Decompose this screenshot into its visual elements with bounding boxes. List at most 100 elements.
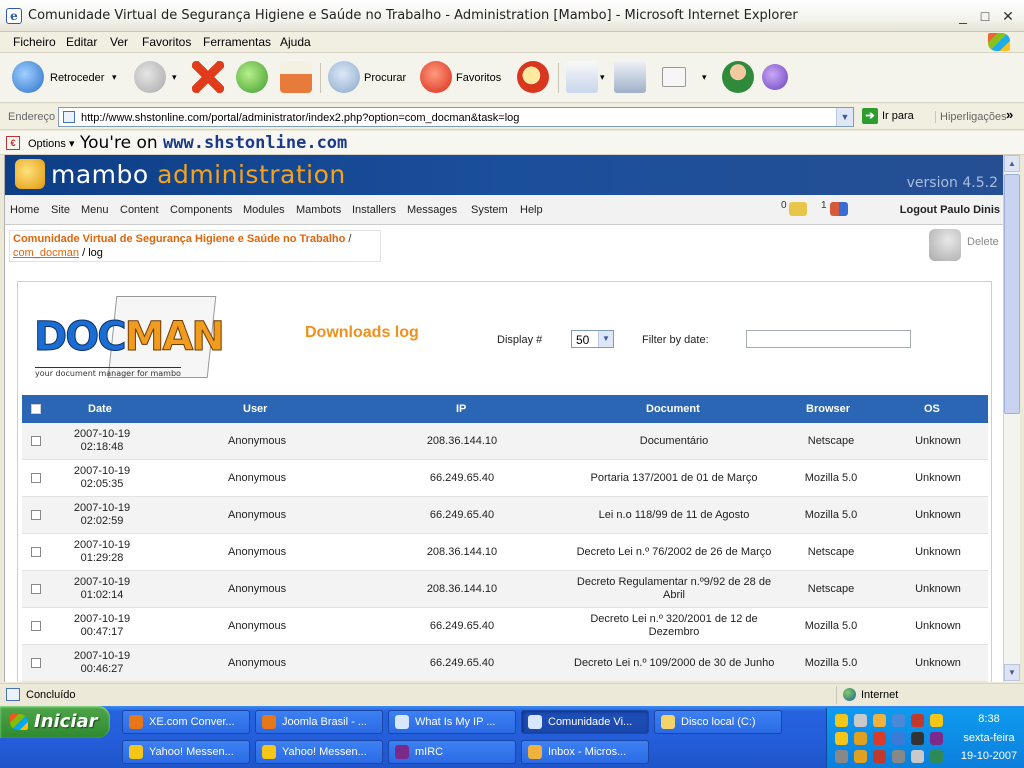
tray-app-icon[interactable]: [930, 714, 943, 727]
logout-link[interactable]: Logout Paulo Dinis: [900, 204, 1000, 216]
filter-date-input[interactable]: [746, 330, 911, 348]
address-dropdown-icon[interactable]: ▼: [836, 108, 853, 126]
table-row[interactable]: 2007-10-19 00:47:17 Anonymous 66.249.65.40 D…: [22, 608, 988, 645]
tray-app-icon[interactable]: [892, 714, 905, 727]
column-user[interactable]: User: [243, 403, 267, 415]
cell-document[interactable]: Decreto Lei n.º 320/2001 de 12 de Dezembr…: [574, 613, 774, 639]
nav-mambots[interactable]: Mambots: [296, 204, 341, 216]
users-online-icon[interactable]: [830, 202, 848, 216]
table-row[interactable]: 2007-10-19 02:02:59 Anonymous 66.249.65.40 L…: [22, 497, 988, 534]
row-checkbox[interactable]: [31, 584, 41, 594]
menu-editar[interactable]: Editar: [66, 35, 97, 49]
tray-app-icon[interactable]: [873, 750, 886, 763]
options-menu[interactable]: Options ▾: [28, 137, 75, 150]
clock-time[interactable]: 8:38: [957, 713, 1021, 725]
favorites-heart-icon[interactable]: [420, 61, 452, 93]
start-button[interactable]: Iniciar: [0, 706, 110, 738]
cell-document[interactable]: Decreto Regulamentar n.º9/92 de 28 de Abr…: [574, 576, 774, 602]
nav-installers[interactable]: Installers: [352, 204, 396, 216]
taskbar-button[interactable]: Joomla Brasil - ...: [255, 710, 383, 734]
window-title-bar[interactable]: e Comunidade Virtual de Segurança Higien…: [0, 0, 1024, 32]
menu-ficheiro[interactable]: Ficheiro: [13, 35, 56, 49]
tray-app-icon[interactable]: [835, 732, 848, 745]
taskbar-button[interactable]: Inbox - Micros...: [521, 740, 649, 764]
nav-system[interactable]: System: [471, 204, 508, 216]
refresh-icon[interactable]: [236, 61, 268, 93]
column-browser[interactable]: Browser: [806, 403, 850, 415]
nav-modules[interactable]: Modules: [243, 204, 285, 216]
tray-app-icon[interactable]: [911, 714, 924, 727]
row-checkbox[interactable]: [31, 473, 41, 483]
scroll-up-icon[interactable]: ▲: [1004, 155, 1020, 172]
tray-app-icon[interactable]: [835, 714, 848, 727]
history-clock-icon[interactable]: [517, 61, 549, 93]
column-document[interactable]: Document: [646, 403, 700, 415]
forward-arrow-icon[interactable]: [134, 61, 166, 93]
word-edit-icon[interactable]: [662, 67, 686, 87]
tray-app-icon[interactable]: [835, 750, 848, 763]
cell-document[interactable]: Documentário: [574, 435, 774, 447]
security-zone[interactable]: Internet: [836, 686, 1024, 704]
nav-components[interactable]: Components: [170, 204, 232, 216]
select-all-checkbox[interactable]: [31, 404, 41, 414]
tray-app-icon[interactable]: [854, 714, 867, 727]
nav-home[interactable]: Home: [10, 204, 39, 216]
messenger-icon[interactable]: [722, 61, 754, 93]
address-url[interactable]: http://www.shstonline.com/portal/adminis…: [81, 112, 519, 124]
tray-app-icon[interactable]: [911, 750, 924, 763]
tray-app-icon[interactable]: [911, 732, 924, 745]
breadcrumb-site-link[interactable]: Comunidade Virtual de Segurança Higiene …: [13, 233, 345, 245]
taskbar-button[interactable]: Disco local (C:): [654, 710, 782, 734]
table-row[interactable]: 2007-10-19 00:46:27 Anonymous 66.249.65.40 D…: [22, 645, 988, 682]
taskbar-button[interactable]: Yahoo! Messen...: [122, 740, 250, 764]
edit-dropdown-icon[interactable]: ▾: [702, 72, 707, 83]
back-button[interactable]: Retroceder: [50, 72, 104, 84]
column-date[interactable]: Date: [88, 403, 112, 415]
tray-app-icon[interactable]: [854, 732, 867, 745]
delete-button[interactable]: Delete: [929, 229, 999, 263]
row-checkbox[interactable]: [31, 436, 41, 446]
nav-menu[interactable]: Menu: [81, 204, 109, 216]
tray-app-icon[interactable]: [873, 732, 886, 745]
close-button[interactable]: ✕: [999, 7, 1017, 25]
mail-dropdown-icon[interactable]: ▾: [600, 72, 605, 83]
tray-app-icon[interactable]: [892, 732, 905, 745]
column-ip[interactable]: IP: [456, 403, 466, 415]
tray-app-icon[interactable]: [892, 750, 905, 763]
nav-messages[interactable]: Messages: [407, 204, 457, 216]
table-row[interactable]: 2007-10-19 01:02:14 Anonymous 208.36.144.10…: [22, 571, 988, 608]
print-icon[interactable]: [614, 61, 646, 93]
tray-app-icon[interactable]: [873, 714, 886, 727]
go-button[interactable]: ➔ Ir para: [862, 108, 914, 126]
taskbar-button[interactable]: mIRC: [388, 740, 516, 764]
menu-ajuda[interactable]: Ajuda: [280, 35, 311, 49]
inbox-icon[interactable]: [789, 202, 807, 216]
scroll-thumb[interactable]: [1004, 174, 1020, 414]
tray-app-icon[interactable]: [930, 732, 943, 745]
row-checkbox[interactable]: [31, 547, 41, 557]
mail-icon[interactable]: [566, 61, 598, 93]
favorites-button[interactable]: Favoritos: [456, 72, 501, 84]
column-os[interactable]: OS: [924, 403, 940, 415]
row-checkbox[interactable]: [31, 621, 41, 631]
taskbar-button[interactable]: XE.com Conver...: [122, 710, 250, 734]
chevron-right-icon[interactable]: »: [1006, 107, 1013, 122]
forward-dropdown-icon[interactable]: ▾: [172, 72, 177, 83]
cell-document[interactable]: Decreto Lei n.º 76/2002 de 26 de Março: [574, 546, 774, 558]
nav-site[interactable]: Site: [51, 204, 70, 216]
vertical-scrollbar[interactable]: ▲ ▼: [1003, 155, 1020, 682]
tray-app-icon[interactable]: [854, 750, 867, 763]
menu-ferramentas[interactable]: Ferramentas: [203, 35, 271, 49]
maximize-button[interactable]: □: [976, 7, 994, 25]
scroll-down-icon[interactable]: ▼: [1004, 664, 1020, 681]
menu-favoritos[interactable]: Favoritos: [142, 35, 191, 49]
tray-app-icon[interactable]: [930, 750, 943, 763]
display-select[interactable]: 50 ▼: [571, 330, 614, 348]
minimize-button[interactable]: _: [954, 7, 972, 25]
taskbar-button[interactable]: Comunidade Vi...: [521, 710, 649, 734]
breadcrumb-component-link[interactable]: com_docman: [13, 247, 79, 259]
menu-ver[interactable]: Ver: [110, 35, 128, 49]
table-row[interactable]: 2007-10-19 01:29:28 Anonymous 208.36.144.10…: [22, 534, 988, 571]
links-toolbar[interactable]: Hiperligações: [935, 111, 1007, 123]
back-arrow-icon[interactable]: [12, 61, 44, 93]
